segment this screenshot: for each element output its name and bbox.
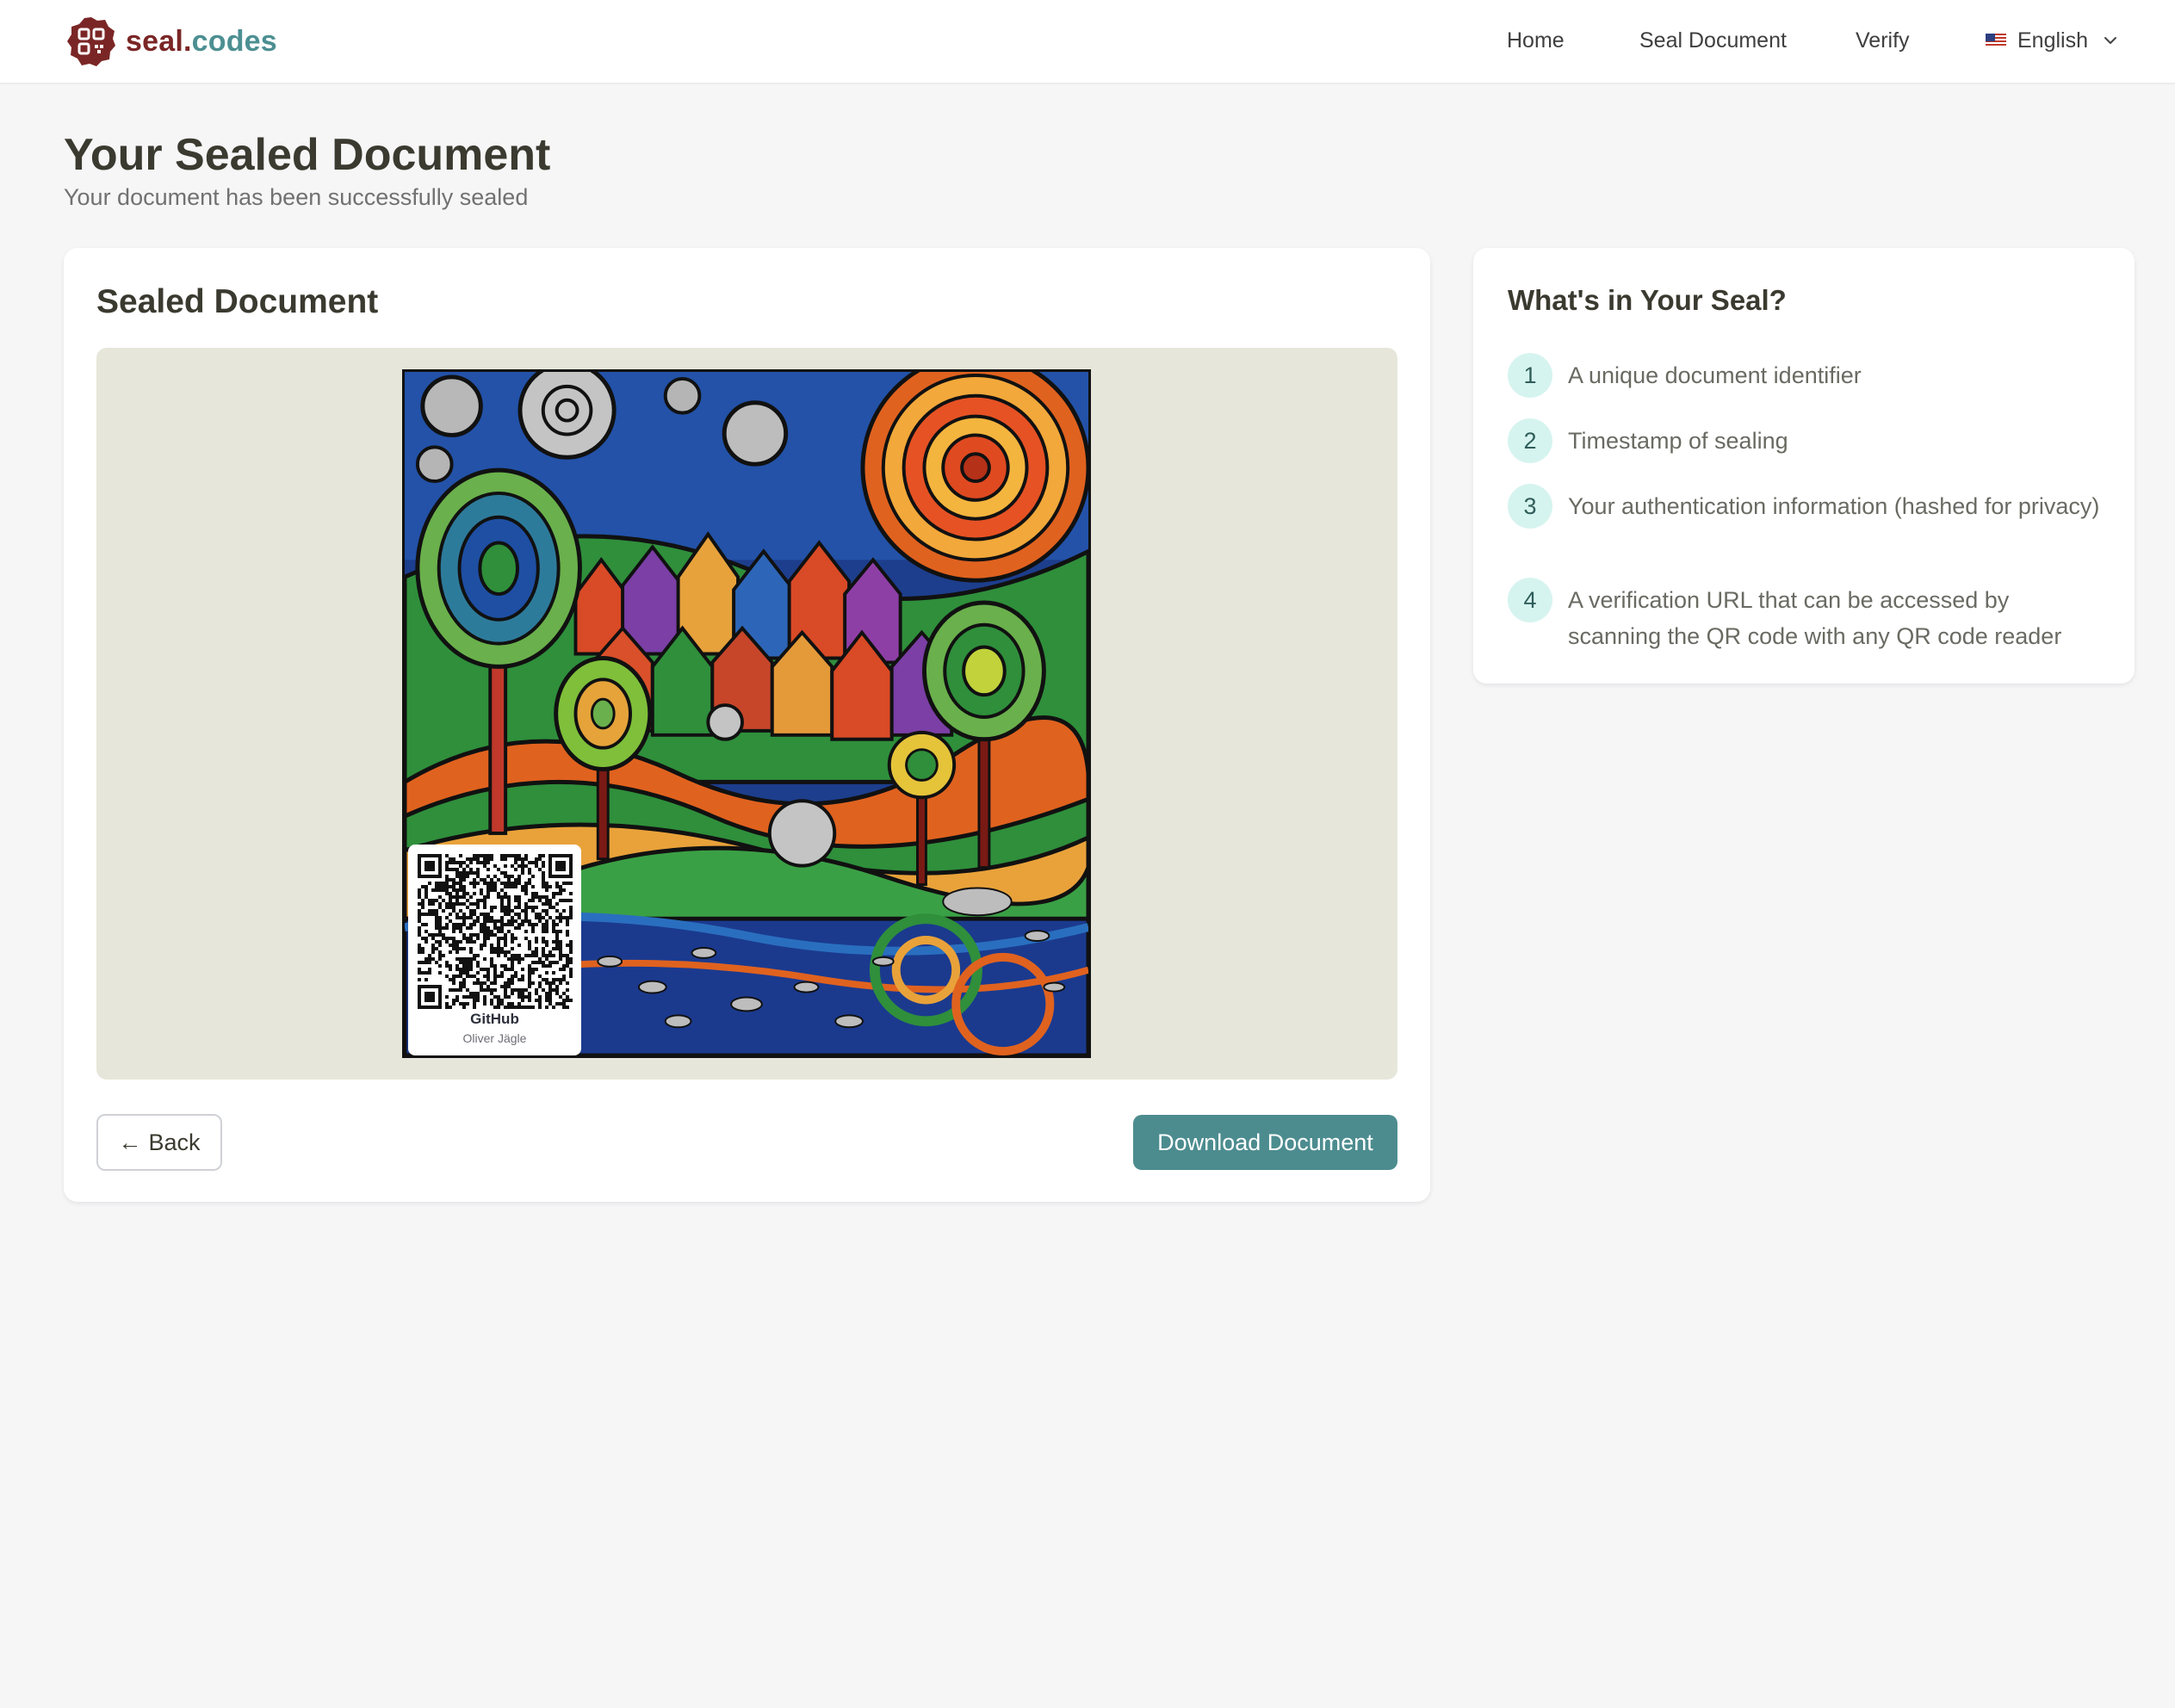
qr-code-icon — [418, 854, 573, 1009]
brand-home-link[interactable]: seal.codes — [66, 16, 277, 66]
info-list-item: 1 A unique document identifier — [1508, 353, 2110, 398]
card-title: Sealed Document — [96, 283, 379, 320]
brand-name-dot: . — [183, 24, 192, 58]
info-card-title: What's in Your Seal? — [1508, 284, 1787, 316]
seal-qr-badge: GitHub Oliver Jägle — [408, 845, 581, 1055]
step-number-badge: 2 — [1508, 418, 1552, 463]
document-preview: GitHub Oliver Jägle — [96, 348, 1397, 1080]
language-label: English — [2017, 28, 2088, 53]
nav-link-seal-document[interactable]: Seal Document — [1639, 25, 1787, 56]
sealed-document-image: GitHub Oliver Jägle — [402, 369, 1091, 1058]
info-item-text: Your authentication information (hashed … — [1568, 493, 2100, 519]
step-number-badge: 4 — [1508, 578, 1552, 622]
brand-wordmark: seal.codes — [126, 25, 277, 59]
step-number-badge: 1 — [1508, 353, 1552, 398]
page-title: Your Sealed Document — [64, 130, 551, 180]
seal-info-card: What's in Your Seal? 1 A unique document… — [1473, 248, 2135, 684]
back-button[interactable]: ← Back — [96, 1114, 222, 1171]
qr-badge-title: GitHub — [470, 1011, 519, 1027]
info-list-item: 3 Your authentication information (hashe… — [1508, 484, 2110, 556]
info-item-text: A unique document identifier — [1568, 362, 1862, 388]
chevron-down-icon — [2104, 37, 2116, 44]
download-button-label: Download Document — [1157, 1129, 1373, 1155]
qr-badge-author: Oliver Jägle — [462, 1031, 527, 1045]
nav-link-home[interactable]: Home — [1507, 25, 1565, 56]
info-item-text: A verification URL that can be accessed … — [1568, 587, 2062, 649]
info-item-text: Timestamp of sealing — [1568, 428, 1788, 454]
brand-name-part2: codes — [191, 24, 277, 58]
seal-logo-icon — [67, 17, 115, 66]
arrow-left-icon: ← — [118, 1129, 142, 1155]
sealed-document-card: Sealed Document GitHub Oliver Jägle ← Ba… — [64, 248, 1430, 1202]
back-button-label: Back — [148, 1129, 201, 1155]
page-subtitle: Your document has been successfully seal… — [64, 184, 529, 210]
info-list-item: 2 Timestamp of sealing — [1508, 418, 2110, 463]
language-selector[interactable]: English — [1986, 25, 2119, 56]
download-document-button[interactable]: Download Document — [1133, 1115, 1397, 1170]
us-flag-icon — [1986, 34, 2006, 47]
top-navbar: seal.codes Home Seal Document Verify Eng… — [0, 0, 2175, 84]
nav-link-verify[interactable]: Verify — [1856, 25, 1910, 56]
step-number-badge: 3 — [1508, 484, 1552, 529]
brand-name-part1: seal — [126, 24, 183, 58]
info-list-item: 4 A verification URL that can be accesse… — [1508, 578, 2110, 650]
